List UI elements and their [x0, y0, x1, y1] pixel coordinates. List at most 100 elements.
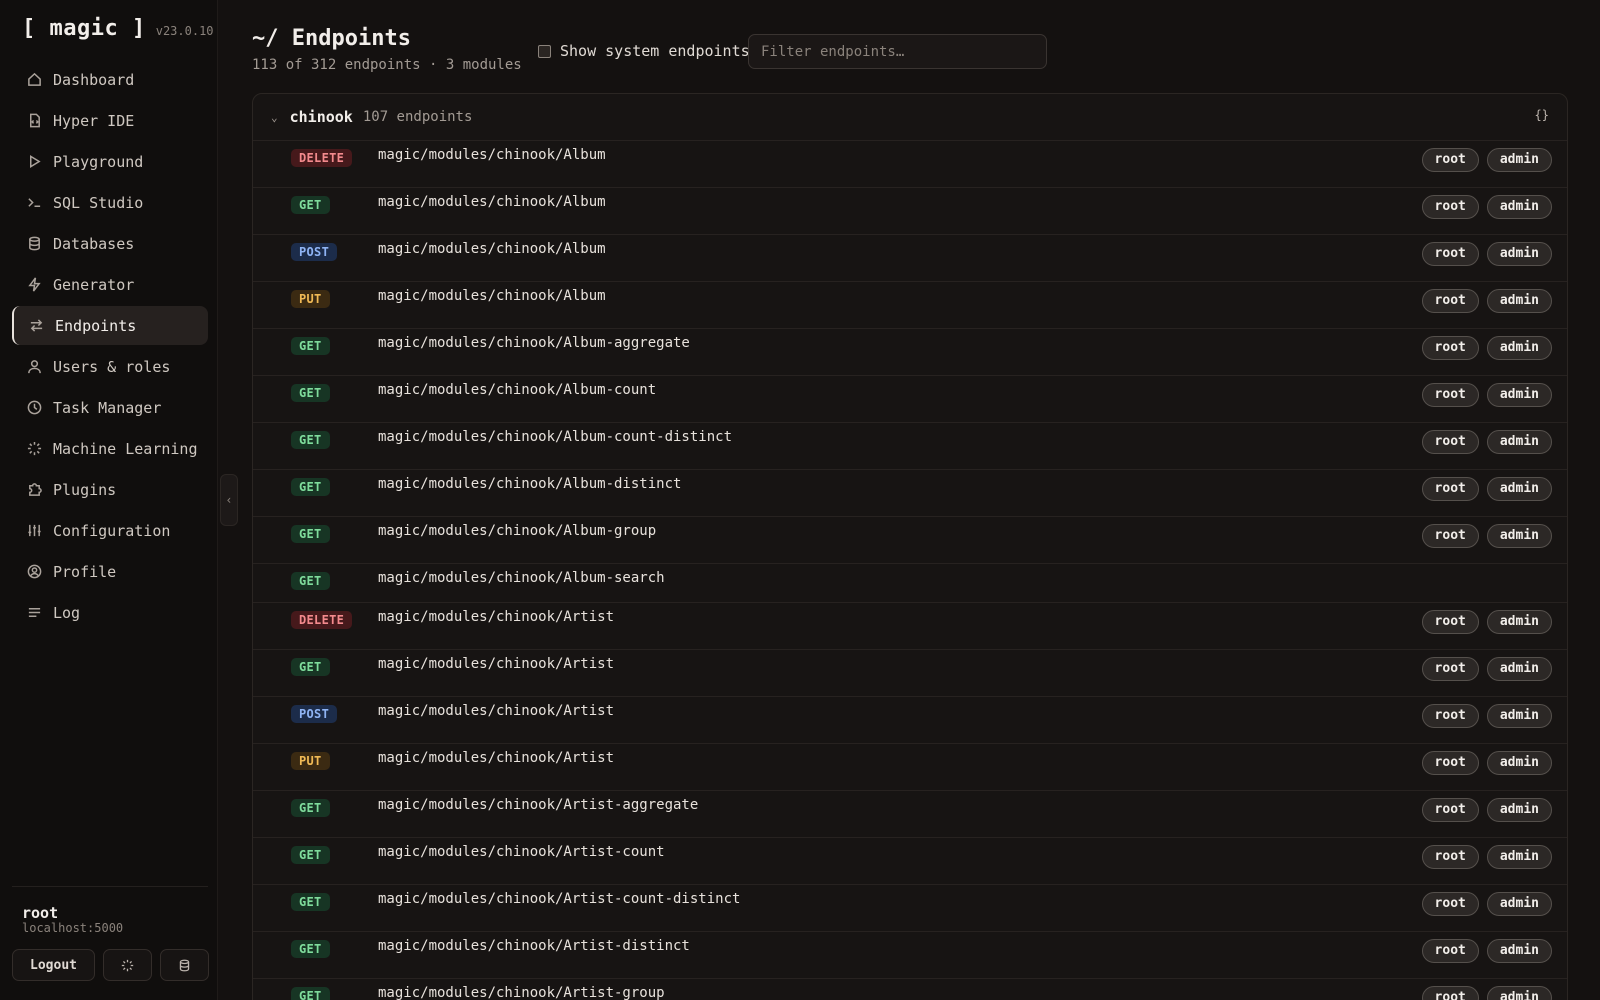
- endpoint-path: magic/modules/chinook/Album-group: [378, 523, 657, 539]
- role-badge[interactable]: root: [1421, 289, 1479, 313]
- page-subtitle: 113 of 312 endpoints · 3 modules: [252, 57, 522, 73]
- role-badge[interactable]: root: [1421, 704, 1479, 728]
- role-list: root admin: [1421, 704, 1552, 728]
- sidebar-item-label: Plugins: [53, 480, 117, 499]
- endpoint-row[interactable]: GET magic/modules/chinook/Album-aggregate…: [253, 328, 1567, 375]
- sidebar-item-dashboard[interactable]: Dashboard: [12, 60, 208, 99]
- sidebar-item-databases[interactable]: Databases: [12, 224, 208, 263]
- method-badge: GET: [291, 893, 330, 911]
- endpoint-row[interactable]: GET magic/modules/chinook/Artist-count roo…: [253, 837, 1567, 884]
- role-badge[interactable]: root: [1421, 430, 1479, 454]
- sidebar-item-generator[interactable]: Generator: [12, 265, 208, 304]
- role-badge[interactable]: root: [1421, 798, 1479, 822]
- role-list: root admin: [1421, 430, 1552, 454]
- sidebar-item-users-roles[interactable]: Users & roles: [12, 347, 208, 386]
- sidebar-item-profile[interactable]: Profile: [12, 552, 208, 591]
- method-badge: GET: [291, 846, 330, 864]
- sidebar-item-label: Machine Learning: [53, 439, 198, 458]
- sidebar-item-task-manager[interactable]: Task Manager: [12, 388, 208, 427]
- role-badge[interactable]: admin: [1486, 336, 1552, 360]
- role-badge[interactable]: admin: [1486, 751, 1552, 775]
- endpoint-row[interactable]: GET magic/modules/chinook/Artist-distinct…: [253, 931, 1567, 978]
- database-button[interactable]: [160, 949, 209, 981]
- role-badge[interactable]: root: [1421, 242, 1479, 266]
- role-badge[interactable]: admin: [1486, 986, 1552, 1000]
- sidebar-item-sql-studio[interactable]: SQL Studio: [12, 183, 208, 222]
- role-list: root admin: [1421, 383, 1552, 407]
- role-badge[interactable]: root: [1421, 751, 1479, 775]
- module-header[interactable]: ⌄ chinook 107 endpoints {}: [253, 94, 1567, 140]
- role-list: root admin: [1421, 289, 1552, 313]
- role-badge[interactable]: root: [1421, 610, 1479, 634]
- role-badge[interactable]: admin: [1486, 704, 1552, 728]
- role-badge[interactable]: root: [1421, 477, 1479, 501]
- role-badge[interactable]: root: [1421, 939, 1479, 963]
- method-badge: GET: [291, 196, 330, 214]
- role-badge[interactable]: root: [1421, 383, 1479, 407]
- role-badge[interactable]: admin: [1486, 892, 1552, 916]
- role-badge[interactable]: root: [1421, 657, 1479, 681]
- sidebar-item-label: Task Manager: [53, 398, 162, 417]
- role-badge[interactable]: admin: [1486, 242, 1552, 266]
- role-badge[interactable]: admin: [1486, 430, 1552, 454]
- sidebar-item-endpoints[interactable]: Endpoints: [12, 306, 208, 345]
- sidebar-item-plugins[interactable]: Plugins: [12, 470, 208, 509]
- endpoint-row[interactable]: GET magic/modules/chinook/Album-group root…: [253, 516, 1567, 563]
- sidebar-item-machine-learning[interactable]: Machine Learning: [12, 429, 208, 468]
- endpoint-row[interactable]: POST magic/modules/chinook/Album root admin: [253, 234, 1567, 281]
- role-badge[interactable]: admin: [1486, 610, 1552, 634]
- endpoint-row[interactable]: DELETE magic/modules/chinook/Artist root ad…: [253, 602, 1567, 649]
- role-badge[interactable]: root: [1421, 336, 1479, 360]
- role-list: root admin: [1421, 986, 1552, 1000]
- role-badge[interactable]: admin: [1486, 195, 1552, 219]
- endpoint-path: magic/modules/chinook/Artist: [378, 656, 615, 672]
- endpoint-row[interactable]: GET magic/modules/chinook/Album-search: [253, 563, 1567, 602]
- endpoint-row[interactable]: GET magic/modules/chinook/Album-distinct r…: [253, 469, 1567, 516]
- role-badge[interactable]: admin: [1486, 845, 1552, 869]
- role-badge[interactable]: admin: [1486, 477, 1552, 501]
- system-endpoints-toggle[interactable]: Show system endpoints: [538, 42, 750, 60]
- endpoint-row[interactable]: GET magic/modules/chinook/Artist-group roo…: [253, 978, 1567, 1000]
- sidebar-item-configuration[interactable]: Configuration: [12, 511, 208, 550]
- sidebar-collapse-button[interactable]: ‹: [220, 474, 238, 526]
- endpoint-row[interactable]: DELETE magic/modules/chinook/Album root adm…: [253, 140, 1567, 187]
- sidebar-item-playground[interactable]: Playground: [12, 142, 208, 181]
- sidebar-item-label: Databases: [53, 234, 135, 253]
- theme-button[interactable]: [103, 949, 152, 981]
- role-badge[interactable]: root: [1421, 986, 1479, 1000]
- role-badge[interactable]: root: [1421, 845, 1479, 869]
- app-logo[interactable]: [ magic ]: [22, 16, 146, 41]
- endpoint-row[interactable]: GET magic/modules/chinook/Artist-aggregat…: [253, 790, 1567, 837]
- json-toggle-button[interactable]: {}: [1535, 108, 1549, 122]
- role-badge[interactable]: admin: [1486, 657, 1552, 681]
- sidebar-item-label: SQL Studio: [53, 193, 144, 212]
- endpoint-row[interactable]: GET magic/modules/chinook/Album-count-dis…: [253, 422, 1567, 469]
- sidebar-item-log[interactable]: Log: [12, 593, 208, 632]
- endpoint-row[interactable]: PUT magic/modules/chinook/Artist root admin: [253, 743, 1567, 790]
- module-name: chinook: [289, 108, 353, 126]
- endpoint-row[interactable]: GET magic/modules/chinook/Album-count root…: [253, 375, 1567, 422]
- role-badge[interactable]: admin: [1486, 148, 1552, 172]
- user-circle-icon: [26, 564, 42, 580]
- endpoint-row[interactable]: POST magic/modules/chinook/Artist root admi…: [253, 696, 1567, 743]
- system-endpoints-checkbox[interactable]: [538, 44, 551, 58]
- endpoint-row[interactable]: GET magic/modules/chinook/Artist-count-di…: [253, 884, 1567, 931]
- role-badge[interactable]: root: [1421, 524, 1479, 548]
- endpoint-row[interactable]: GET magic/modules/chinook/Album root admin: [253, 187, 1567, 234]
- sidebar-item-hyper-ide[interactable]: Hyper IDE: [12, 101, 208, 140]
- role-badge[interactable]: admin: [1486, 289, 1552, 313]
- role-badge[interactable]: admin: [1486, 798, 1552, 822]
- role-badge[interactable]: root: [1421, 195, 1479, 219]
- chevron-down-icon[interactable]: ⌄: [271, 111, 278, 124]
- role-badge[interactable]: admin: [1486, 383, 1552, 407]
- role-badge[interactable]: admin: [1486, 524, 1552, 548]
- filter-endpoints-input[interactable]: [748, 34, 1047, 69]
- endpoint-row[interactable]: PUT magic/modules/chinook/Album root admin: [253, 281, 1567, 328]
- endpoint-row[interactable]: GET magic/modules/chinook/Artist root admin: [253, 649, 1567, 696]
- logout-button[interactable]: Logout: [12, 949, 95, 981]
- home-icon: [26, 72, 42, 88]
- role-badge[interactable]: root: [1421, 148, 1479, 172]
- role-badge[interactable]: root: [1421, 892, 1479, 916]
- method-badge: DELETE: [291, 149, 353, 167]
- role-badge[interactable]: admin: [1486, 939, 1552, 963]
